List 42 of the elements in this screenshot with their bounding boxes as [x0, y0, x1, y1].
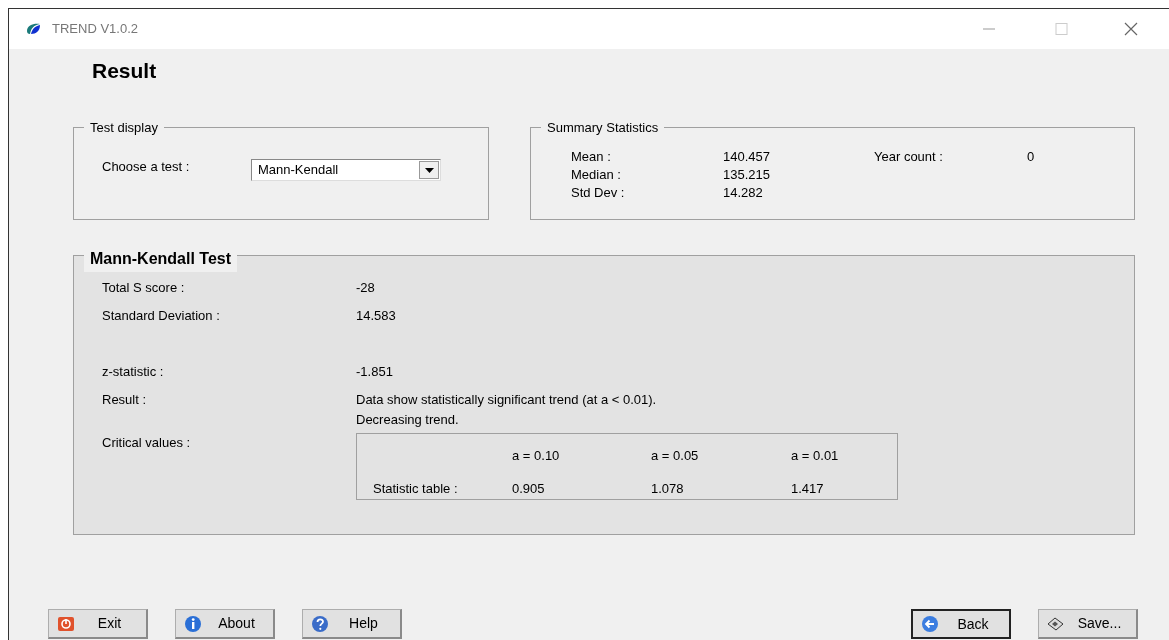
result-value: 14.583 — [356, 307, 396, 325]
result-label: Result : — [102, 391, 148, 409]
stat-value: 14.282 — [723, 184, 764, 202]
group-title: Test display — [84, 120, 164, 135]
exit-icon — [57, 614, 75, 633]
result-label: Total S score : — [102, 279, 186, 297]
row-label: Statistic table : — [373, 480, 459, 498]
result-value: -28 — [356, 279, 375, 297]
window-title: TREND V1.0.2 — [52, 20, 138, 39]
column-header: a = 0.01 — [791, 447, 840, 465]
stat-label: Median : — [571, 166, 622, 184]
result-value: Data show statistically significant trend (at a < 0.01). — [356, 391, 657, 409]
result-label: Standard Deviation : — [102, 307, 221, 325]
table-cell-text: 1.417 — [791, 480, 825, 498]
dropdown-arrow-icon — [424, 167, 434, 173]
save-button[interactable]: Save... — [1038, 609, 1138, 639]
help-button[interactable]: Help — [302, 609, 402, 639]
column-header: a = 0.05 — [651, 447, 700, 465]
stat-label: Std Dev : — [571, 184, 626, 202]
page-heading: Result — [92, 59, 157, 82]
result-value: Decreasing trend. — [356, 410, 460, 429]
info-icon — [184, 614, 202, 633]
help-icon — [311, 614, 329, 633]
back-button[interactable]: Back — [911, 609, 1011, 639]
test-dropdown[interactable]: Mann-Kendall — [251, 159, 441, 181]
stat-label: Year count : — [874, 148, 944, 166]
stat-label: Mean : — [571, 148, 612, 166]
leaf-logo-icon — [26, 23, 41, 35]
stat-value: 0 — [1027, 148, 1035, 166]
stat-value: 140.457 — [723, 148, 771, 166]
stat-value: 135.215 — [723, 166, 771, 184]
choose-test-label: Choose a test : — [102, 158, 191, 176]
exit-button[interactable]: Exit — [48, 609, 148, 639]
table-cell-text: 1.078 — [651, 480, 685, 498]
group-title: Summary Statistics — [541, 120, 665, 135]
column-header: a = 0.10 — [512, 447, 561, 465]
result-value: -1.851 — [356, 363, 393, 381]
result-label: z-statistic : — [102, 363, 165, 381]
about-button[interactable]: About — [175, 609, 275, 639]
result-label: Critical values : — [102, 434, 192, 452]
table-cell-text: 0.905 — [512, 480, 546, 498]
dropdown-value: Mann-Kendall — [258, 161, 339, 180]
